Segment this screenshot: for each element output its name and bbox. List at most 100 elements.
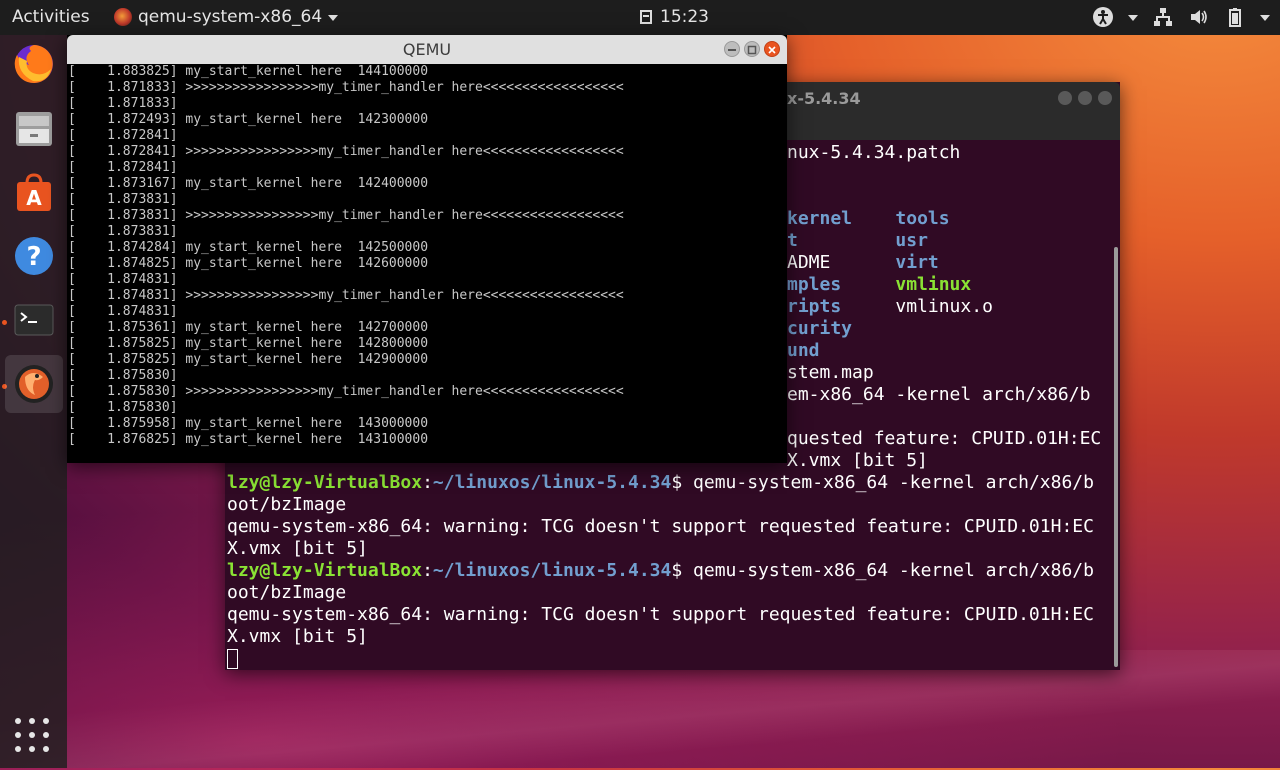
qemu-console-line: [ 1.874831] <box>68 272 178 287</box>
qemu-console-line: [ 1.872841] <box>68 128 178 143</box>
terminal-line: und <box>787 340 820 362</box>
qemu-console-line: [ 1.883825] my_start_kernel here 1441000… <box>68 64 429 79</box>
terminal-text-segment: t <box>787 230 798 251</box>
qemu-console-line: [ 1.875825] my_start_kernel here 1428000… <box>68 336 429 351</box>
terminal-text-segment: tools <box>895 208 950 229</box>
top-bar: Activities qemu-system-x86_64 15:23 <box>0 0 1280 35</box>
dock-files[interactable] <box>5 99 63 157</box>
terminal-icon <box>14 304 54 336</box>
terminal-line: qemu-system-x86_64: warning: TCG doesn't… <box>227 516 1094 538</box>
calendar-icon <box>640 10 652 24</box>
qemu-console-line: [ 1.875830] <box>68 400 178 415</box>
terminal-line: oot/bzImage <box>227 582 346 604</box>
terminal-line: stem.map <box>787 362 874 384</box>
battery-icon[interactable] <box>1224 6 1246 28</box>
activities-button[interactable]: Activities <box>12 7 90 27</box>
qemu-console-line: [ 1.871833] <box>68 96 178 111</box>
clock-time: 15:23 <box>660 7 709 27</box>
terminal-line: mples vmlinux <box>787 274 971 296</box>
qemu-console-line: [ 1.874831] >>>>>>>>>>>>>>>>>my_timer_ha… <box>68 288 624 303</box>
dock-terminal[interactable] <box>5 291 63 349</box>
terminal-text-segment: $ qemu-system-x86_64 -kernel arch/x86/b <box>671 560 1094 581</box>
qemu-console-line: [ 1.874825] my_start_kernel here 1426000… <box>68 256 429 271</box>
terminal-title: x-5.4.34 <box>787 89 861 108</box>
maximize-icon <box>747 45 757 55</box>
qemu-console-line: [ 1.871833] >>>>>>>>>>>>>>>>>my_timer_ha… <box>68 80 624 95</box>
terminal-text-segment: X.vmx [bit 5] <box>227 538 368 559</box>
chevron-down-icon[interactable] <box>1260 15 1270 21</box>
terminal-text-segment: vmlinux <box>895 274 972 295</box>
terminal-text-segment: : <box>422 560 433 581</box>
qemu-console-line: [ 1.875958] my_start_kernel here 1430000… <box>68 416 429 431</box>
files-icon <box>16 112 52 146</box>
terminal-text-segment: oot/bzImage <box>227 582 347 603</box>
close-button[interactable] <box>764 41 780 57</box>
terminal-text-segment: ~/linuxos/linux-5.4.34 <box>432 472 672 493</box>
network-icon[interactable] <box>1152 6 1174 28</box>
chevron-down-icon <box>328 15 339 21</box>
chevron-down-icon[interactable] <box>1128 15 1138 21</box>
terminal-line: qemu-system-x86_64: warning: TCG doesn't… <box>227 604 1094 626</box>
app-menu[interactable]: qemu-system-x86_64 <box>114 7 339 27</box>
qemu-console-line: [ 1.875361] my_start_kernel here 1427000… <box>68 320 429 335</box>
qemu-console-line: [ 1.873831] <box>68 224 178 239</box>
terminal-text-segment: X.vmx [bit 5] <box>787 450 928 471</box>
terminal-line: curity <box>787 318 852 340</box>
qemu-console-line: [ 1.874831] <box>68 304 178 319</box>
maximize-button[interactable] <box>1078 91 1092 105</box>
qemu-console-line: [ 1.872841] <box>68 160 178 175</box>
qemu-console-line: [ 1.873167] my_start_kernel here 1424000… <box>68 176 429 191</box>
terminal-line: em-x86_64 -kernel arch/x86/b <box>787 384 1090 406</box>
accessibility-icon[interactable] <box>1092 6 1114 28</box>
qemu-app-icon <box>114 8 132 26</box>
terminal-text-segment: quested feature: CPUID.01H:EC <box>787 428 1102 449</box>
terminal-text-segment: em-x86_64 -kernel arch/x86/b <box>787 384 1091 405</box>
terminal-text-segment: lzy@lzy-VirtualBox <box>227 560 423 581</box>
qemu-icon <box>15 365 53 403</box>
help-icon: ? <box>15 237 53 275</box>
volume-icon[interactable] <box>1188 6 1210 28</box>
qemu-titlebar[interactable]: QEMU <box>67 35 787 64</box>
qemu-title: QEMU <box>402 40 452 59</box>
qemu-console-line: [ 1.872493] my_start_kernel here 1423000… <box>68 112 429 127</box>
terminal-line: t usr <box>787 230 928 252</box>
close-button[interactable] <box>1098 91 1112 105</box>
qemu-console-line: [ 1.873831] <box>68 192 178 207</box>
terminal-line: kernel tools <box>787 208 950 230</box>
terminal-text-segment: X.vmx [bit 5] <box>227 626 368 647</box>
terminal-text-segment: $ qemu-system-x86_64 -kernel arch/x86/b <box>671 472 1094 493</box>
terminal-text-segment: qemu-system-x86_64: warning: TCG doesn't… <box>227 516 1094 537</box>
terminal-line: X.vmx [bit 5] <box>227 626 368 648</box>
qemu-window[interactable]: QEMU [ 1.883825] my_start_kernel here 14… <box>67 35 787 463</box>
minimize-button[interactable] <box>1058 91 1072 105</box>
terminal-text-segment: : <box>422 472 433 493</box>
svg-text:A: A <box>26 186 42 210</box>
terminal-text-segment: kernel <box>787 208 853 229</box>
dock-software[interactable]: A <box>5 163 63 221</box>
show-apps-icon[interactable] <box>15 718 51 754</box>
terminal-text-segment: stem.map <box>787 362 874 383</box>
terminal-scrollbar[interactable] <box>1114 247 1118 667</box>
dock-qemu[interactable] <box>5 355 63 413</box>
terminal-text-segment: ripts <box>787 296 842 317</box>
qemu-console-line: [ 1.876825] my_start_kernel here 1431000… <box>68 432 429 447</box>
dock-help[interactable]: ? <box>5 227 63 285</box>
firefox-icon <box>14 45 53 83</box>
terminal-text-segment: nux-5.4.34.patch <box>787 142 961 163</box>
dock: A ? <box>0 35 67 768</box>
clock[interactable]: 15:23 <box>640 7 709 27</box>
terminal-text-segment: curity <box>787 318 853 339</box>
software-icon: A <box>17 173 51 211</box>
terminal-line: oot/bzImage <box>227 494 346 516</box>
minimize-button[interactable] <box>724 41 740 57</box>
maximize-button[interactable] <box>744 41 760 57</box>
dock-firefox[interactable] <box>5 35 63 93</box>
terminal-line: quested feature: CPUID.01H:EC <box>787 428 1101 450</box>
app-menu-label: qemu-system-x86_64 <box>138 7 323 27</box>
terminal-line: ADME virt <box>787 252 939 274</box>
terminal-text-segment: ~/linuxos/linux-5.4.34 <box>432 560 672 581</box>
